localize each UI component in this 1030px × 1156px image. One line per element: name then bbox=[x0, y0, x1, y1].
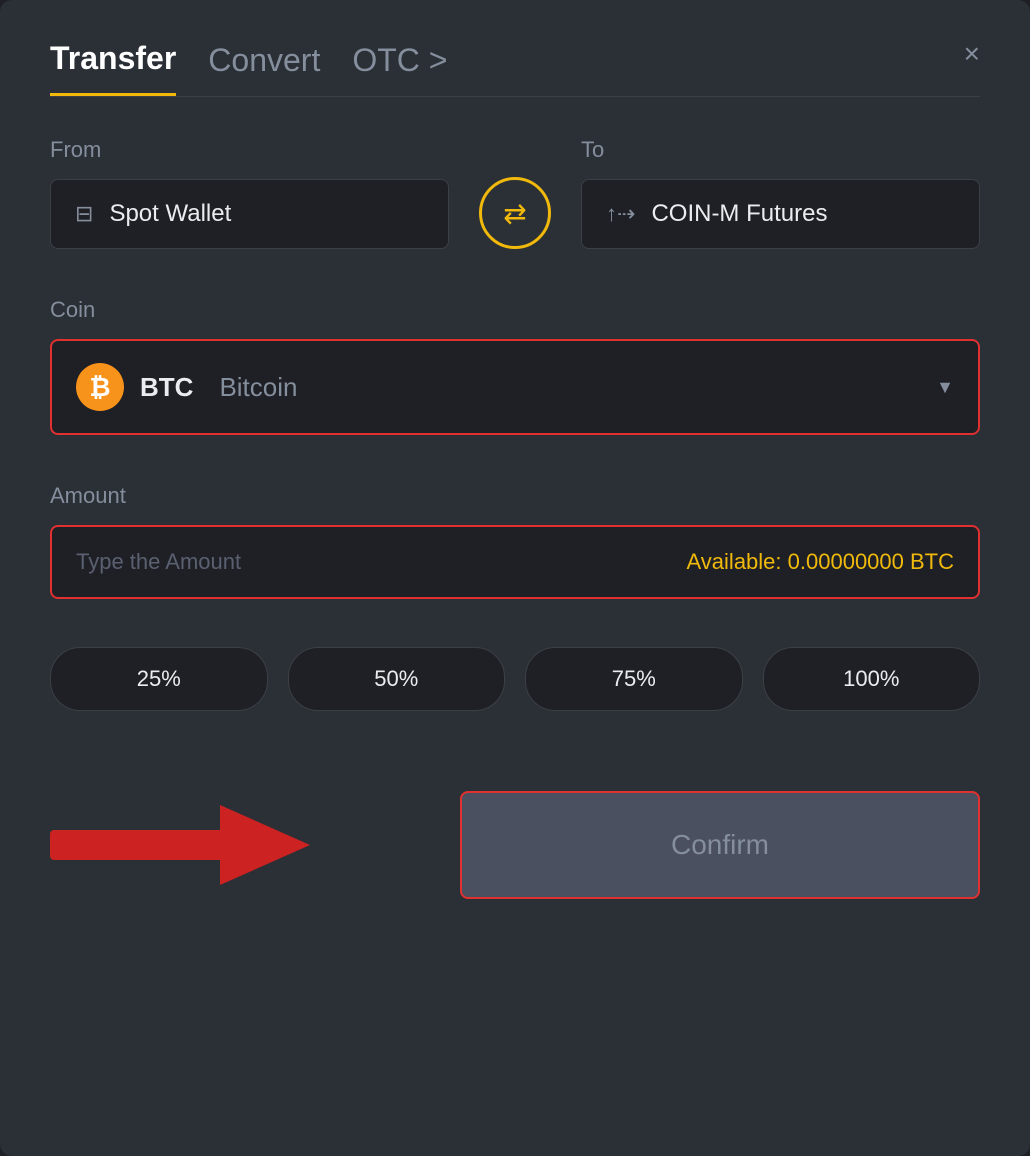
available-value: 0.00000000 BTC bbox=[788, 549, 954, 574]
arrow-indicator bbox=[50, 800, 310, 890]
amount-placeholder: Type the Amount bbox=[76, 549, 241, 575]
header-divider bbox=[50, 96, 980, 97]
to-label: To bbox=[581, 137, 980, 163]
dropdown-arrow-icon: ▼ bbox=[936, 377, 954, 398]
percent-25-button[interactable]: 25% bbox=[50, 647, 268, 711]
swap-icon: ⇄ bbox=[503, 197, 526, 230]
coin-name: Bitcoin bbox=[219, 372, 297, 403]
percent-100-button[interactable]: 100% bbox=[763, 647, 981, 711]
to-wallet-select[interactable]: ↑⇢ COIN-M Futures bbox=[581, 179, 980, 249]
futures-icon: ↑⇢ bbox=[606, 201, 635, 227]
swap-button[interactable]: ⇄ bbox=[479, 177, 551, 249]
modal-header: Transfer Convert OTC > × bbox=[50, 40, 980, 96]
red-arrow-svg bbox=[50, 800, 310, 890]
available-label: Available: bbox=[687, 549, 782, 574]
amount-available: Available: 0.00000000 BTC bbox=[687, 549, 954, 575]
btc-icon: ₿ bbox=[76, 363, 124, 411]
tab-transfer[interactable]: Transfer bbox=[50, 40, 176, 96]
from-label: From bbox=[50, 137, 449, 163]
percent-row: 25% 50% 75% 100% bbox=[50, 647, 980, 711]
amount-input-box[interactable]: Type the Amount Available: 0.00000000 BT… bbox=[50, 525, 980, 599]
tab-convert[interactable]: Convert bbox=[208, 42, 320, 95]
confirm-button[interactable]: Confirm bbox=[460, 791, 980, 899]
tab-otc[interactable]: OTC > bbox=[352, 42, 447, 95]
swap-btn-wrapper: ⇄ bbox=[469, 177, 561, 249]
from-block: From ⊟ Spot Wallet bbox=[50, 137, 449, 249]
close-button[interactable]: × bbox=[964, 40, 980, 68]
coin-dropdown[interactable]: ₿ BTC Bitcoin ▼ bbox=[50, 339, 980, 435]
transfer-modal: Transfer Convert OTC > × From ⊟ Spot Wal… bbox=[0, 0, 1030, 1156]
from-wallet-select[interactable]: ⊟ Spot Wallet bbox=[50, 179, 449, 249]
coin-label: Coin bbox=[50, 297, 980, 323]
amount-section: Amount Type the Amount Available: 0.0000… bbox=[50, 483, 980, 599]
to-block: To ↑⇢ COIN-M Futures bbox=[581, 137, 980, 249]
coin-section: Coin ₿ BTC Bitcoin ▼ bbox=[50, 297, 980, 435]
to-wallet-text: COIN-M Futures bbox=[651, 200, 827, 228]
from-wallet-text: Spot Wallet bbox=[109, 200, 231, 228]
percent-75-button[interactable]: 75% bbox=[525, 647, 743, 711]
wallet-icon: ⊟ bbox=[75, 201, 93, 227]
coin-ticker: BTC bbox=[140, 372, 193, 403]
amount-label: Amount bbox=[50, 483, 980, 509]
percent-50-button[interactable]: 50% bbox=[288, 647, 506, 711]
